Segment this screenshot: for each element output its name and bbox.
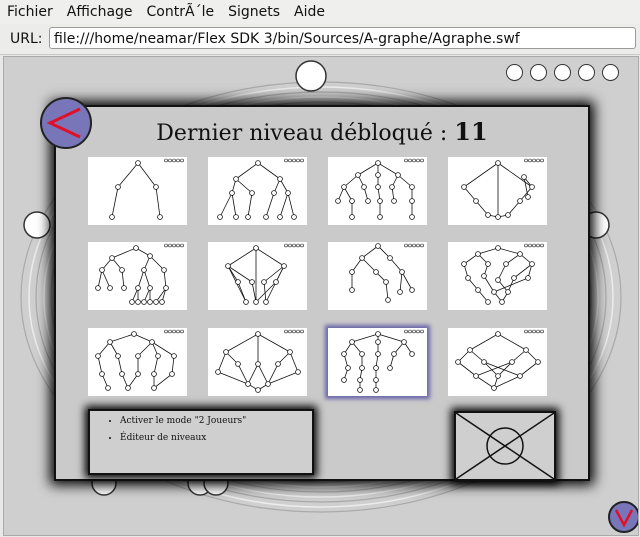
progress-dot [578, 64, 595, 81]
graph-diagram [109, 158, 184, 220]
back-arrow-icon [46, 107, 81, 139]
level-select-panel: Dernier niveau débloqué : 11 Activer le … [54, 105, 590, 481]
menu-aide[interactable]: Aide [287, 4, 332, 20]
page-title: Dernier niveau débloqué : 11 [56, 117, 588, 146]
graph-diagram [461, 243, 544, 305]
title-text: Dernier niveau débloqué : [156, 121, 455, 146]
menu-fichier[interactable]: Fichier [0, 4, 60, 20]
level-editor-option[interactable]: Éditeur de niveaux [120, 432, 312, 444]
graph-diagram [95, 329, 184, 391]
scroll-down-button[interactable] [608, 501, 638, 533]
url-bar: URL: file:///home/neamar/Flex SDK 3/bin/… [0, 24, 640, 55]
url-input[interactable]: file:///home/neamar/Flex SDK 3/bin/Sourc… [49, 27, 636, 49]
options-box: Activer le mode "2 Joueurs" Éditeur de n… [88, 409, 314, 475]
level-thumbnail[interactable] [328, 157, 427, 225]
menu-signets[interactable]: Signets [221, 4, 287, 20]
graph-diagram [455, 329, 544, 391]
progress-dot [602, 64, 619, 81]
level-thumbnail[interactable] [448, 242, 547, 310]
graph-diagram [215, 329, 304, 393]
envelope-icon[interactable] [454, 411, 556, 481]
menu-affichage[interactable]: Affichage [60, 4, 140, 20]
progress-dot [530, 64, 547, 81]
chevron-down-icon [614, 509, 634, 528]
level-thumbnail[interactable] [208, 157, 307, 225]
level-thumbnail[interactable] [448, 157, 547, 225]
unlocked-level-number: 11 [454, 117, 488, 146]
back-button[interactable] [40, 97, 92, 149]
graph-diagram [461, 158, 544, 220]
two-player-option[interactable]: Activer le mode "2 Joueurs" [120, 415, 312, 427]
level-thumbnail[interactable] [328, 328, 427, 396]
progress-dot [506, 64, 523, 81]
level-thumbnail[interactable] [208, 328, 307, 396]
level-thumbnail[interactable] [88, 242, 187, 310]
graph-diagram [349, 243, 424, 303]
level-thumbnail[interactable] [208, 242, 307, 310]
level-thumbnail[interactable] [328, 242, 427, 310]
graph-diagram [225, 243, 304, 305]
graph-diagram [341, 329, 424, 393]
flash-stage: Dernier niveau débloqué : 11 Activer le … [3, 56, 639, 536]
level-thumbnail[interactable] [448, 328, 547, 396]
level-thumbnail[interactable] [88, 328, 187, 396]
menu-controle[interactable]: ContrÃ´le [140, 4, 222, 20]
menu-bar: Fichier Affichage ContrÃ´le Signets Aide [0, 0, 640, 24]
url-label: URL: [10, 31, 43, 47]
level-thumbnail[interactable] [88, 157, 187, 225]
graph-diagram [217, 158, 304, 220]
graph-diagram [95, 243, 184, 305]
graph-diagram [335, 158, 424, 220]
progress-dot [554, 64, 571, 81]
